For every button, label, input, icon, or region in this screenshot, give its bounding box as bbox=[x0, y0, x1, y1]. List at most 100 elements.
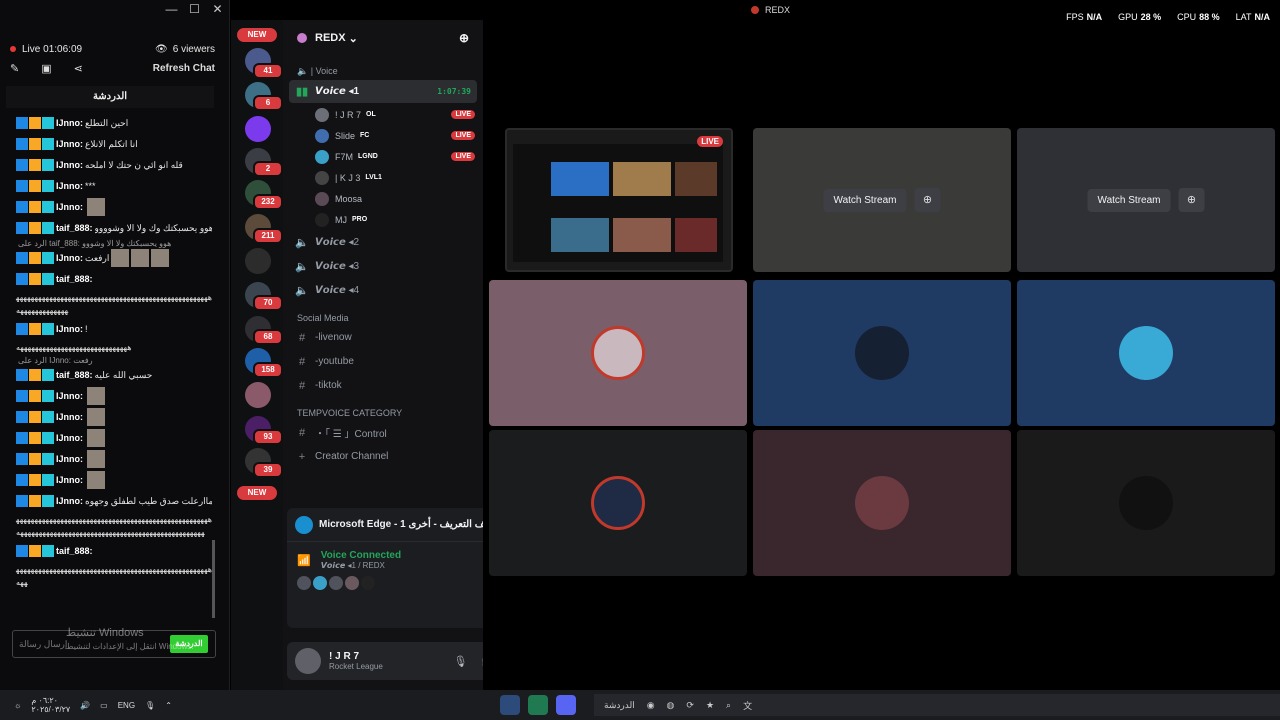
language-indicator[interactable]: ENG bbox=[118, 701, 135, 710]
voice-member[interactable]: ! J R 7 OL LIVE bbox=[283, 104, 483, 125]
chat-username[interactable]: IJnno: bbox=[56, 181, 83, 192]
chat-username[interactable]: IJnno: bbox=[56, 324, 83, 335]
new-unreads-pill[interactable]: NEW bbox=[237, 28, 277, 42]
search-chip[interactable]: الدردشة bbox=[604, 700, 635, 711]
search-icon[interactable]: ⌕ bbox=[726, 700, 731, 711]
text-channel-tiktok[interactable]: # -tiktok bbox=[289, 374, 477, 397]
microphone-icon[interactable]: 🎙 bbox=[453, 655, 467, 668]
chat-username[interactable]: IJnno: bbox=[56, 496, 83, 507]
chat-long-text: ههههههههههههههههههههههههههههههه bbox=[16, 343, 132, 352]
refresh-icon[interactable]: ⟳ bbox=[686, 700, 694, 711]
popout-icon[interactable]: ⊕ bbox=[1178, 188, 1205, 212]
chat-username[interactable]: IJnno: bbox=[56, 202, 83, 213]
close-icon[interactable]: ✕ bbox=[206, 0, 229, 18]
star-icon[interactable]: ★ bbox=[706, 700, 714, 711]
watch-stream-button[interactable]: Watch Stream bbox=[823, 188, 907, 212]
server-icon[interactable] bbox=[245, 382, 271, 408]
text-channel-control[interactable]: # ・「 ☰ 」Control bbox=[289, 421, 477, 444]
clock[interactable]: ٠٦:٢٠ م ٢٠٢٥/٠٣/٢٧ bbox=[31, 696, 70, 714]
server-icon[interactable] bbox=[245, 248, 271, 274]
category-voice[interactable]: 🔈 | Voice bbox=[283, 56, 483, 79]
participant-tile[interactable] bbox=[489, 430, 747, 576]
chat-username[interactable]: IJnno: bbox=[56, 412, 83, 423]
avatar[interactable] bbox=[313, 576, 327, 590]
category-social[interactable]: Social Media bbox=[283, 303, 483, 325]
chat-scrollbar[interactable] bbox=[212, 540, 215, 618]
mention-badge: 2 bbox=[253, 161, 283, 177]
chat-username[interactable]: taif_888: bbox=[56, 223, 93, 234]
chat-username[interactable]: taif_888: bbox=[56, 274, 93, 285]
avatar[interactable] bbox=[361, 576, 375, 590]
chat-username[interactable]: IJnno: bbox=[56, 433, 83, 444]
avatar[interactable] bbox=[345, 576, 359, 590]
copilot-icon[interactable]: ◉ bbox=[647, 700, 655, 711]
voice-channel-4[interactable]: 🔈 𝙑𝙤𝙞𝙘𝙚 ◂4 bbox=[289, 279, 477, 302]
channel-name: 𝙑𝙤𝙞𝙘𝙚 ◂2 bbox=[315, 237, 360, 248]
camera-icon[interactable]: ▣ bbox=[41, 62, 51, 75]
voice-channel-3[interactable]: 🔈 𝙑𝙤𝙞𝙘𝙚 ◂3 bbox=[289, 255, 477, 278]
category-tempvoice[interactable]: TEMPVOICE CATEGORY bbox=[283, 398, 483, 420]
share-icon[interactable]: ⋖ bbox=[74, 62, 83, 75]
avatar[interactable] bbox=[329, 576, 343, 590]
server-icon[interactable] bbox=[245, 116, 271, 142]
participant-tile[interactable] bbox=[753, 280, 1011, 426]
chat-username[interactable]: taif_888: bbox=[56, 546, 93, 557]
badge-icon bbox=[16, 453, 28, 465]
participant-tile[interactable] bbox=[1017, 430, 1275, 576]
voice-member[interactable]: | K J 3 LVL1 bbox=[283, 167, 483, 188]
add-member-icon[interactable]: ⊕ bbox=[459, 31, 469, 45]
voice-member[interactable]: MJ PRO bbox=[283, 209, 483, 230]
speaker-icon[interactable]: 🔊 bbox=[80, 701, 90, 710]
voice-member[interactable]: F7M LGND LIVE bbox=[283, 146, 483, 167]
voice-channel-1[interactable]: ▮▮ 𝙑𝙤𝙞𝙘𝙚 ◂1 1:07:39 bbox=[289, 80, 477, 103]
minimize-icon[interactable]: — bbox=[160, 0, 183, 18]
voice-status[interactable]: Voice Connected bbox=[321, 550, 401, 561]
chat-username[interactable]: taif_888: bbox=[56, 370, 93, 381]
popout-icon[interactable]: ⊕ bbox=[914, 188, 941, 212]
voice-member[interactable]: Slide FC LIVE bbox=[283, 125, 483, 146]
microphone-icon[interactable]: 🎙 bbox=[145, 701, 155, 710]
refresh-chat-button[interactable]: Refresh Chat bbox=[153, 63, 215, 74]
avatar[interactable] bbox=[295, 648, 321, 674]
crown-icon bbox=[29, 252, 41, 264]
call-timer: 1:07:39 bbox=[437, 87, 471, 96]
chat-username[interactable]: IJnno: bbox=[56, 160, 83, 171]
stream-tile[interactable]: LIVE bbox=[505, 128, 733, 272]
voice-member[interactable]: Moosa bbox=[283, 188, 483, 209]
app-icon[interactable] bbox=[500, 695, 520, 715]
network-icon[interactable]: ▭ bbox=[100, 701, 108, 710]
user-name[interactable]: ! J R 7 bbox=[329, 651, 383, 662]
chat-username[interactable]: IJnno: bbox=[56, 253, 83, 264]
chat-username[interactable]: IJnno: bbox=[56, 118, 83, 129]
avatar[interactable] bbox=[297, 576, 311, 590]
widget-icon[interactable]: ◍ bbox=[667, 700, 675, 711]
participant-tile[interactable] bbox=[1017, 280, 1275, 426]
watch-stream-button[interactable]: Watch Stream bbox=[1087, 188, 1171, 212]
discord-icon[interactable] bbox=[556, 695, 576, 715]
chat-message-list[interactable]: IJnno: احين التطلع IJnno: انا اتكلم الانلا… bbox=[6, 114, 212, 620]
stream-tile[interactable]: Watch Stream ⊕ bbox=[753, 128, 1011, 272]
app-icon[interactable] bbox=[528, 695, 548, 715]
chat-username[interactable]: IJnno: bbox=[56, 139, 83, 150]
chat-message: IJnno: ماارعلت صدق طيب لطفلق وجهوه bbox=[6, 492, 212, 510]
badge-icon bbox=[16, 411, 28, 423]
voice-channel-creator[interactable]: + Creator Channel bbox=[289, 445, 477, 468]
text-channel-livenow[interactable]: # -livenow bbox=[289, 326, 477, 349]
text-channel-youtube[interactable]: # -youtube bbox=[289, 350, 477, 373]
participant-tile[interactable] bbox=[753, 430, 1011, 576]
participant-tile[interactable] bbox=[489, 280, 747, 426]
chat-username[interactable]: IJnno: bbox=[56, 391, 83, 402]
pencil-icon[interactable]: ✎ bbox=[10, 62, 19, 75]
translate-icon[interactable]: 文 bbox=[743, 699, 752, 712]
chat-username[interactable]: IJnno: bbox=[56, 454, 83, 465]
taskbar-search[interactable]: الدردشة ◉ ◍ ⟳ ★ ⌕ 文 bbox=[594, 694, 1280, 716]
guild-header[interactable]: REDX ⌄ ⊕ bbox=[283, 20, 483, 56]
chevron-up-icon[interactable]: ⌃ bbox=[165, 701, 172, 710]
new-unreads-pill[interactable]: NEW bbox=[237, 486, 277, 500]
chat-username[interactable]: IJnno: bbox=[56, 475, 83, 486]
weather-icon[interactable]: ☼ bbox=[14, 701, 21, 710]
voice-channel-2[interactable]: 🔈 𝙑𝙤𝙞𝙘𝙚 ◂2 bbox=[289, 231, 477, 254]
stream-tile[interactable]: Watch Stream ⊕ bbox=[1017, 128, 1275, 272]
crown-icon bbox=[29, 117, 41, 129]
maximize-icon[interactable]: ☐ bbox=[183, 0, 206, 18]
